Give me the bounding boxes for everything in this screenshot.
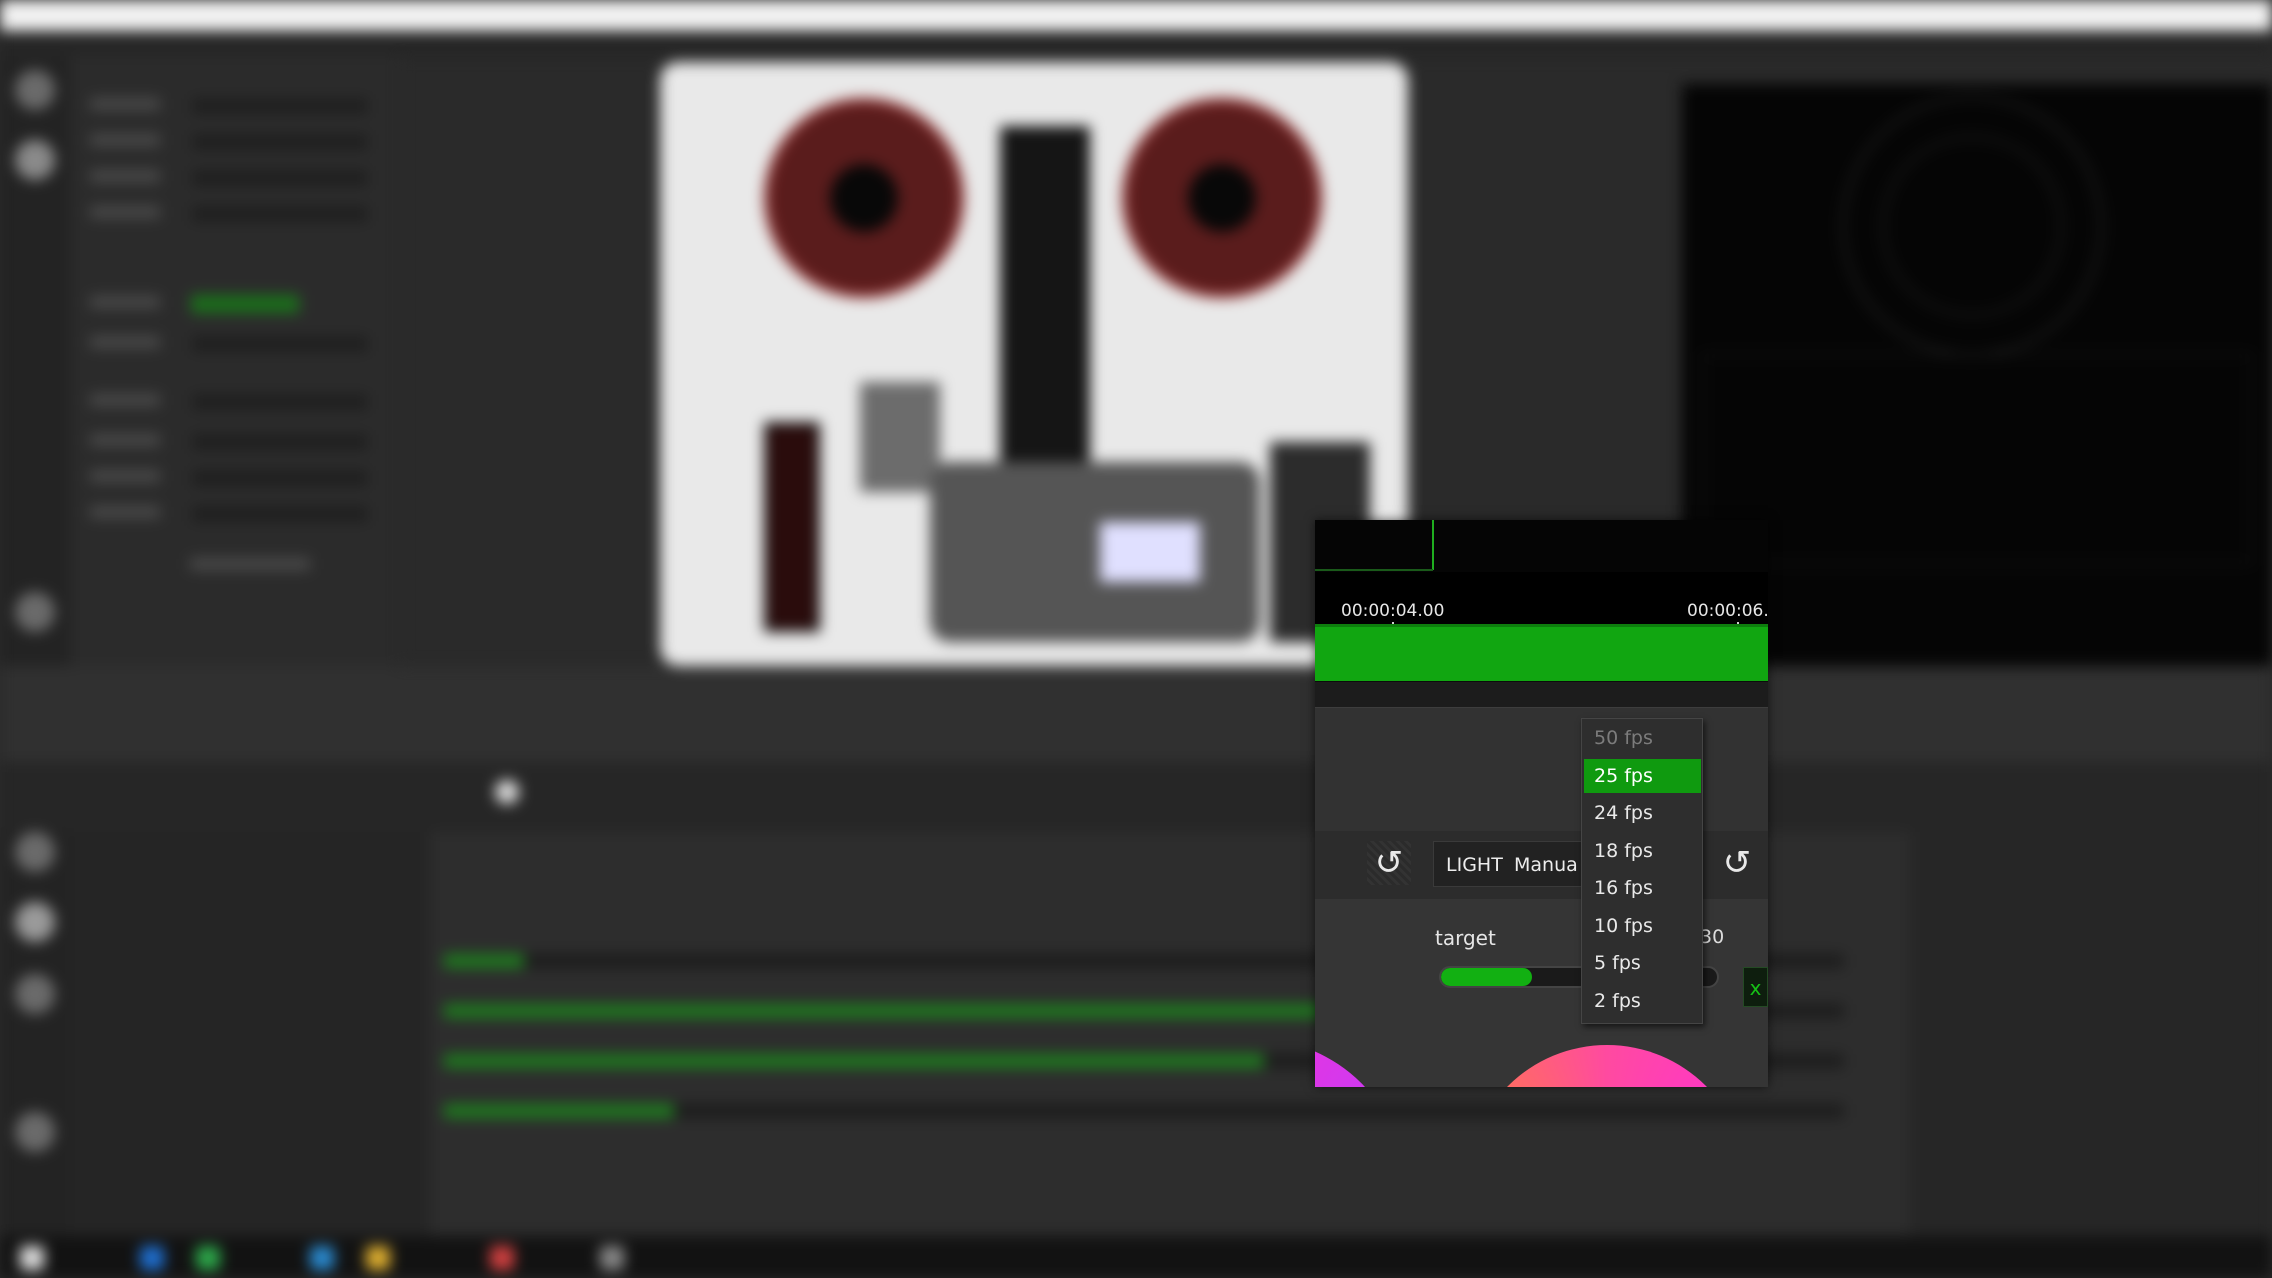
rail-icon — [15, 70, 55, 110]
taskbar-icon — [600, 1246, 624, 1270]
screen-patch — [1100, 522, 1200, 582]
fps-option-24[interactable]: 24 fps — [1584, 796, 1701, 830]
taskbar-icon — [310, 1246, 334, 1270]
play-icon — [15, 140, 55, 180]
os-taskbar — [0, 1236, 2272, 1278]
gate — [860, 382, 940, 492]
rail-icon — [15, 902, 55, 942]
fps-option-10[interactable]: 10 fps — [1584, 909, 1701, 943]
menu-bar — [0, 34, 2272, 56]
ruler-time-end: 00:00:06. — [1687, 601, 1768, 621]
screen: 00:00:04.00 00:00:06. ↺ LIGHT Manua ↺ ta… — [0, 0, 2272, 1278]
ruler-time-start: 00:00:04.00 — [1341, 601, 1445, 621]
target-slider-fill — [1441, 968, 1533, 986]
fps-option-16[interactable]: 16 fps — [1584, 871, 1701, 905]
start-icon — [20, 1246, 44, 1270]
framerate-popup: 00:00:04.00 00:00:06. ↺ LIGHT Manua ↺ ta… — [1315, 520, 1768, 1087]
color-wheel-left[interactable] — [1315, 1039, 1405, 1087]
mode-value: Manua — [1514, 854, 1578, 876]
fps-option-2[interactable]: 2 fps — [1584, 984, 1701, 1018]
mode-label: LIGHT — [1446, 854, 1503, 876]
video-preview — [660, 62, 1408, 666]
right-side-panel — [1910, 832, 2272, 1236]
undo-icon[interactable]: ↺ — [1367, 841, 1411, 885]
rail-icon — [15, 832, 55, 872]
taskbar-icon — [140, 1246, 164, 1270]
fps-option-50[interactable]: 50 fps — [1584, 721, 1701, 755]
reel-hub — [1188, 164, 1256, 232]
reel-hub — [830, 164, 898, 232]
transport-bar — [0, 762, 2272, 832]
fps-option-5[interactable]: 5 fps — [1584, 946, 1701, 980]
file-list-panel — [70, 832, 430, 1236]
close-button[interactable]: x — [1743, 967, 1768, 1007]
playhead-marker[interactable] — [1432, 520, 1434, 570]
color-wheel-right[interactable] — [1467, 1045, 1747, 1087]
blurred-app-background — [0, 0, 2272, 1278]
window-titlebar — [0, 0, 2272, 34]
wrench-icon — [15, 1112, 55, 1152]
timeline-track — [1315, 681, 1768, 707]
framerate-dropdown: 50 fps 25 fps 24 fps 18 fps 16 fps 10 fp… — [1581, 718, 1703, 1024]
timeline-clip[interactable] — [1315, 624, 1768, 681]
taskbar-icon — [196, 1246, 220, 1270]
vectorscope-ring — [1882, 136, 2062, 316]
light-mode-select[interactable]: LIGHT Manua — [1433, 841, 1603, 887]
waveform — [1702, 354, 2252, 564]
rail-icon — [15, 974, 55, 1014]
target-label: target — [1435, 926, 1496, 950]
base — [930, 462, 1260, 642]
projector-column — [1000, 126, 1090, 506]
settings-panel — [70, 56, 400, 666]
lamp-housing — [764, 422, 820, 632]
timeline-strip — [0, 666, 2272, 762]
taskbar-icon — [366, 1246, 390, 1270]
taskbar-icon — [490, 1246, 514, 1270]
target-value: 30 — [1700, 926, 1725, 948]
left-tool-rail — [0, 56, 70, 1236]
fps-option-18[interactable]: 18 fps — [1584, 834, 1701, 868]
rail-icon — [15, 592, 55, 632]
scopes-panel — [1682, 84, 2272, 668]
playhead-icon — [495, 780, 519, 804]
undo-icon[interactable]: ↺ — [1715, 841, 1759, 885]
playhead-area — [1315, 520, 1768, 572]
fps-option-25[interactable]: 25 fps — [1584, 758, 1701, 793]
range-marker — [1315, 569, 1433, 571]
